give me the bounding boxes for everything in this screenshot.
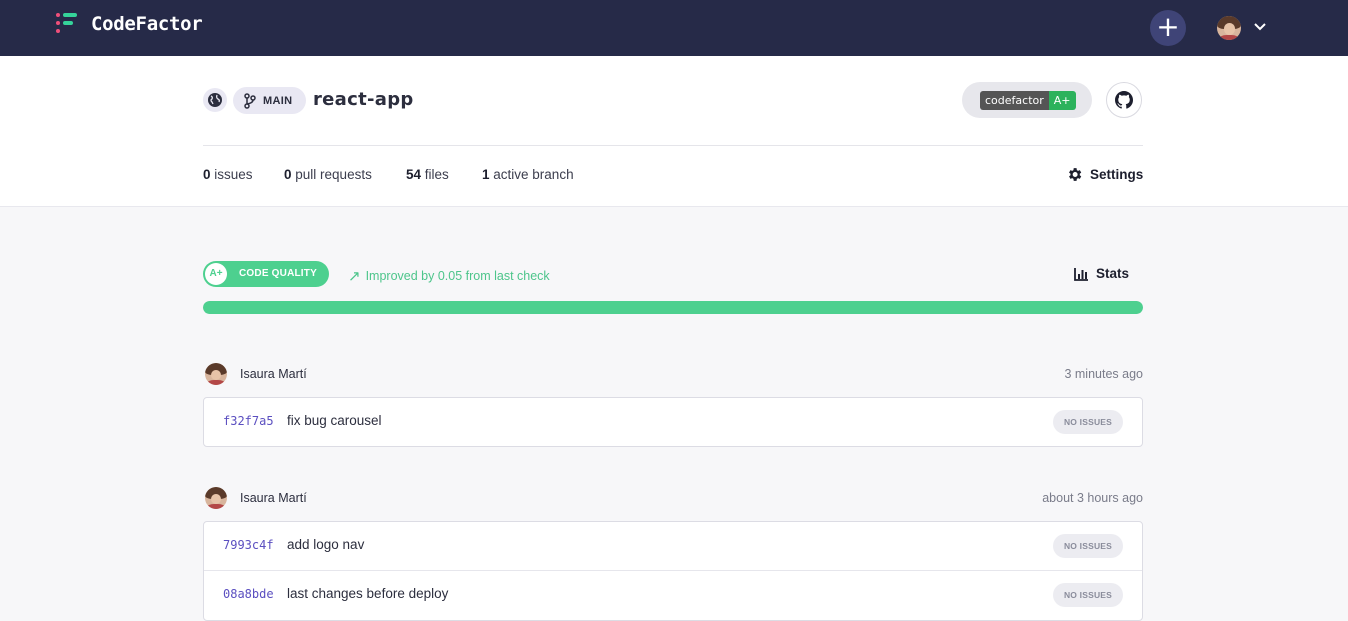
codefactor-logo-icon [56, 12, 80, 36]
codefactor-logo[interactable]: CodeFactor [56, 12, 203, 36]
repo-header [0, 56, 1348, 207]
branch-name: MAIN [263, 94, 293, 107]
issues-stat[interactable]: 0 issues [203, 167, 253, 182]
commit-message[interactable]: add logo nav [287, 537, 364, 552]
top-navbar: CodeFactor + [0, 0, 1348, 56]
quality-grade: A+ [205, 263, 227, 285]
commit-list: f32f7a5 fix bug carousel NO ISSUES [203, 397, 1143, 447]
bar-chart-icon [1074, 267, 1088, 281]
status-badge: NO ISSUES [1053, 534, 1123, 558]
commit-row[interactable]: f32f7a5 fix bug carousel NO ISSUES [204, 398, 1142, 446]
commit-time: 3 minutes ago [1064, 367, 1143, 381]
badge-label: codefactor [980, 91, 1049, 110]
status-badge: NO ISSUES [1053, 583, 1123, 607]
codefactor-badge-button[interactable]: codefactor A+ [962, 82, 1092, 118]
author-avatar[interactable] [205, 487, 227, 509]
settings-label: Settings [1090, 167, 1144, 182]
author-name[interactable]: Isaura Martí [240, 491, 307, 505]
commit-message[interactable]: last changes before deploy [287, 586, 448, 601]
commit-author-row: Isaura Martí about 3 hours ago [203, 487, 1143, 511]
improvement-note: ↗ Improved by 0.05 from last check [348, 267, 550, 285]
brand-name: CodeFactor [91, 13, 203, 35]
active-branch-stat[interactable]: 1 active branch [482, 167, 574, 182]
settings-link[interactable]: Settings [1066, 166, 1143, 183]
commit-row[interactable]: 08a8bde last changes before deploy NO IS… [204, 571, 1142, 619]
trend-up-arrow-icon: ↗ [348, 267, 361, 285]
improvement-text: Improved by 0.05 from last check [365, 269, 550, 283]
code-quality-badge: A+ CODE QUALITY [203, 261, 329, 287]
gear-icon [1069, 168, 1082, 181]
grade-badge: codefactor A+ [980, 91, 1076, 110]
repo-name[interactable]: react-app [313, 89, 414, 110]
stats-label: Stats [1096, 266, 1130, 281]
commit-sha[interactable]: 08a8bde [223, 587, 274, 601]
github-link-button[interactable] [1106, 82, 1142, 118]
github-icon [1115, 91, 1133, 109]
header-divider [203, 145, 1143, 146]
add-repository-button[interactable]: + [1150, 10, 1186, 46]
quality-label: CODE QUALITY [239, 268, 317, 279]
quality-progress-fill [203, 301, 1143, 314]
author-name[interactable]: Isaura Martí [240, 367, 307, 381]
stats-link[interactable]: Stats [1074, 266, 1129, 281]
user-avatar[interactable] [1217, 16, 1241, 40]
pull-requests-stat[interactable]: 0 pull requests [284, 167, 372, 182]
author-avatar[interactable] [205, 363, 227, 385]
commit-sha[interactable]: f32f7a5 [223, 414, 274, 428]
branch-icon [244, 92, 256, 109]
commit-sha[interactable]: 7993c4f [223, 538, 274, 552]
files-stat[interactable]: 54 files [406, 167, 449, 182]
commit-author-row: Isaura Martí 3 minutes ago [203, 363, 1143, 387]
commit-time: about 3 hours ago [1042, 491, 1143, 505]
quality-progress-bar [203, 301, 1143, 314]
commit-list: 7993c4f add logo nav NO ISSUES 08a8bde l… [203, 521, 1143, 621]
branch-selector[interactable]: MAIN [233, 87, 306, 114]
chevron-down-icon[interactable] [1253, 20, 1267, 34]
commit-message[interactable]: fix bug carousel [287, 413, 382, 428]
status-badge: NO ISSUES [1053, 410, 1123, 434]
badge-grade: A+ [1048, 91, 1076, 110]
commit-row[interactable]: 7993c4f add logo nav NO ISSUES [204, 522, 1142, 571]
globe-icon [203, 88, 227, 112]
